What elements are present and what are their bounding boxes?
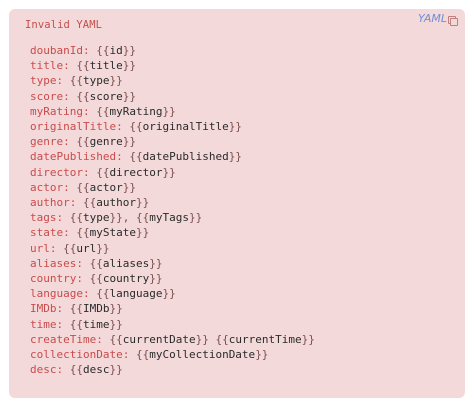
yaml-key: score <box>30 89 64 103</box>
template-variable: myState <box>89 226 136 240</box>
yaml-key: state <box>30 226 64 240</box>
code-line: country: {{country}} <box>30 272 163 286</box>
template-variable: actor <box>89 180 123 194</box>
code-line: myRating: {{myRating}} <box>30 104 176 118</box>
code-line: IMDb: {{IMDb}} <box>30 302 123 316</box>
template-variable: director <box>109 165 163 179</box>
yaml-key: doubanId <box>30 44 83 57</box>
yaml-key: myRating <box>30 104 83 118</box>
code-line: language: {{language}} <box>30 287 176 301</box>
yaml-key: country <box>30 272 77 286</box>
yaml-key: language <box>30 287 83 301</box>
template-variable: language <box>109 287 163 301</box>
yaml-key: tags <box>30 211 57 225</box>
code-line: doubanId: {{id}} <box>30 44 136 57</box>
template-variable: myRating <box>109 104 163 118</box>
template-variable: type <box>83 74 110 88</box>
yaml-key: IMDb <box>30 302 57 316</box>
template-variable: IMDb <box>83 302 110 316</box>
yaml-key: director <box>30 165 83 179</box>
code-block: Invalid YAML YAML doubanId: {{id}} title:… <box>9 9 465 398</box>
template-variable: originalTitle <box>142 120 229 134</box>
yaml-key: desc <box>30 363 57 377</box>
yaml-key: url <box>30 241 50 255</box>
yaml-key: genre <box>30 135 64 149</box>
template-variable: myCollectionDate <box>149 348 256 362</box>
template-variable: myTags <box>149 211 189 225</box>
language-badge[interactable]: YAML <box>417 12 458 26</box>
code-line: createTime: {{currentDate}} {{currentTim… <box>30 332 315 346</box>
code-line: originalTitle: {{originalTitle}} <box>30 120 242 134</box>
template-variable: title <box>89 59 123 73</box>
language-label: YAML <box>417 12 447 25</box>
code-line: collectionDate: {{myCollectionDate}} <box>30 348 269 362</box>
yaml-key: datePublished <box>30 150 117 164</box>
template-variable: country <box>102 272 150 286</box>
yaml-key: createTime <box>30 332 97 346</box>
code-line: director: {{director}} <box>30 165 176 179</box>
code-line: url: {{url}} <box>30 241 110 255</box>
code-line: author: {{author}} <box>30 196 150 210</box>
template-variable: id <box>109 44 123 57</box>
code-line: score: {{score}} <box>30 89 136 103</box>
code-line: time: {{time}} <box>30 317 123 331</box>
template-variable: currentTime <box>228 332 302 346</box>
template-variable: desc <box>83 363 110 377</box>
template-variable: score <box>89 89 123 103</box>
template-variable: aliases <box>102 256 150 270</box>
code-line: title: {{title}} <box>30 59 136 73</box>
template-variable: author <box>96 196 136 210</box>
code-line: datePublished: {{datePublished}} <box>30 150 242 164</box>
yaml-key: originalTitle <box>30 120 117 134</box>
copy-icon[interactable] <box>448 16 458 26</box>
yaml-key: author <box>30 196 70 210</box>
code-line: type: {{type}} <box>30 74 123 88</box>
template-variable: time <box>83 317 110 331</box>
error-label: Invalid YAML <box>25 19 103 31</box>
yaml-key: time <box>30 317 57 331</box>
code-line: genre: {{genre}} <box>30 135 136 149</box>
yaml-key: actor <box>30 180 64 194</box>
code-line: tags: {{type}}, {{myTags}} <box>30 211 203 225</box>
template-variable: genre <box>89 135 123 149</box>
code-line: actor: {{actor}} <box>30 180 136 194</box>
yaml-code: doubanId: {{id}} title: {{title}} type: {{… <box>30 43 315 377</box>
template-variable: type <box>83 211 110 225</box>
code-line: state: {{myState}} <box>30 226 150 240</box>
yaml-key: title <box>30 59 64 73</box>
yaml-key: aliases <box>30 256 77 270</box>
yaml-key: collectionDate <box>30 348 123 362</box>
template-variable: datePublished <box>142 150 229 164</box>
code-line: aliases: {{aliases}} <box>30 256 163 270</box>
yaml-key: type <box>30 74 57 88</box>
template-variable: url <box>76 241 97 255</box>
code-line: desc: {{desc}} <box>30 363 123 377</box>
template-variable: currentDate <box>122 332 196 346</box>
